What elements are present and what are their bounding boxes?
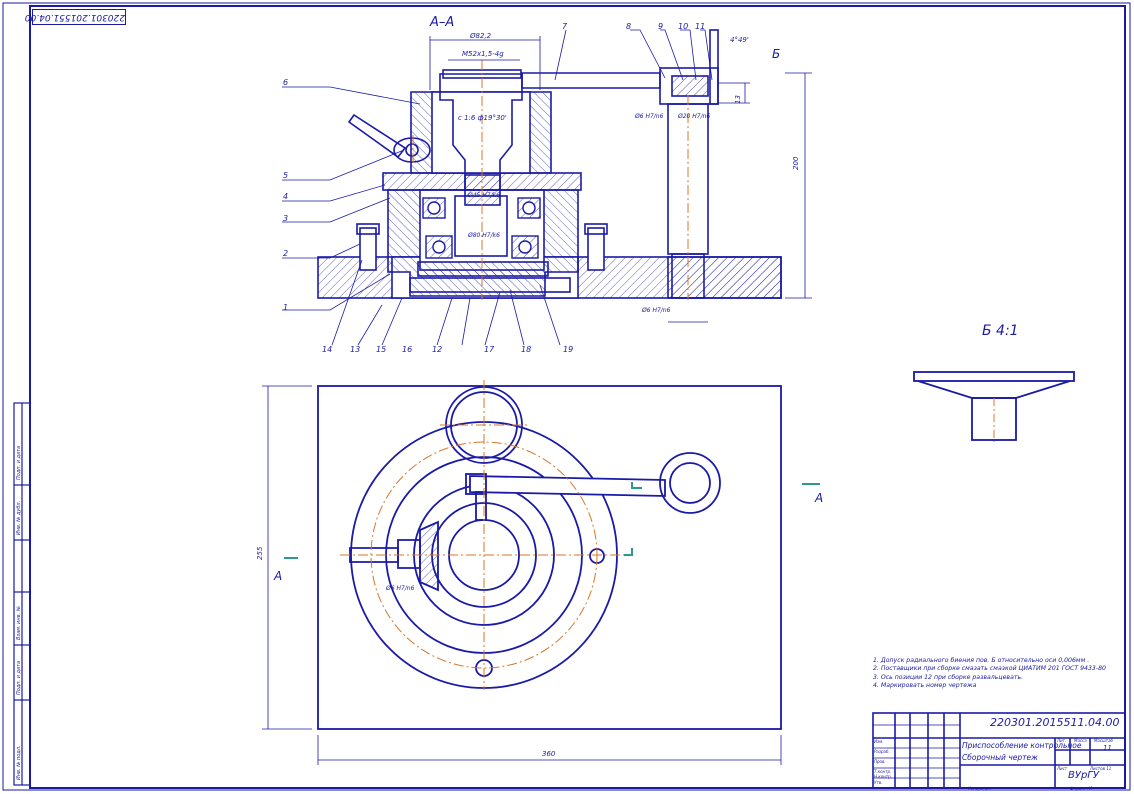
arrow-b-label: Б xyxy=(772,47,780,61)
title-sheets: 11 xyxy=(1103,744,1112,752)
dim-pin3: Ø6 H7/n6 xyxy=(641,307,671,314)
callout-7: 7 xyxy=(562,22,568,31)
title-copied: Копировал xyxy=(968,786,991,791)
callout-6: 6 xyxy=(283,78,288,87)
bottom-cover xyxy=(417,261,549,277)
callout-17: 17 xyxy=(484,345,495,354)
dim-height-small: 13 xyxy=(734,95,742,104)
callout-9: 9 xyxy=(658,22,663,31)
dim-height-right: 200 xyxy=(792,156,800,170)
technical-notes: 1. Допуск радиального биения пов. Б отно… xyxy=(873,657,1123,691)
callout-8: 8 xyxy=(626,22,631,31)
callout-14: 14 xyxy=(322,345,332,354)
dim-angle: 4°49' xyxy=(730,36,749,44)
stamp-vzam: Взам. инв. № xyxy=(16,606,22,640)
title-designation: 220301.2015511.04.00 xyxy=(990,716,1120,729)
cut-label-a1: А xyxy=(273,569,282,583)
note-3: 3. Ось позиции 12 при сборке развальцева… xyxy=(873,673,1024,681)
title-lit: Лит. xyxy=(1057,738,1067,743)
callout-1: 1 xyxy=(283,303,288,312)
dim-pin4: Ø6 H7/n6 xyxy=(385,585,415,592)
title-row-3: Пров. xyxy=(874,759,886,764)
callout-19: 19 xyxy=(563,345,573,354)
dim-width-bottom: 360 xyxy=(542,750,556,758)
callout-15: 15 xyxy=(376,345,386,354)
dim-bore-upper: Ø45 H7/k6 xyxy=(467,192,500,199)
plan-dimensions xyxy=(262,385,782,765)
callout-18: 18 xyxy=(521,345,531,354)
title-mass: Масса xyxy=(1074,738,1087,743)
view-label-b: Б 4:1 xyxy=(982,323,1019,339)
title-org: ВУрГУ xyxy=(1068,770,1099,781)
title-sheet-label: Лист xyxy=(1057,766,1068,771)
dim-height-left: 255 xyxy=(256,546,264,560)
cut-label-a2: А xyxy=(814,491,823,505)
dim-pin1: Ø6 H7/n6 xyxy=(634,113,664,120)
title-format: Формат А1 xyxy=(1070,786,1093,791)
callout-12: 12 xyxy=(432,345,442,354)
note-4: 4. Маркировать номер чертежа xyxy=(873,682,977,690)
indicator-arm xyxy=(521,72,661,89)
title-row-1: Изм. xyxy=(874,739,884,744)
dim-d-top: Ø82,2 xyxy=(469,32,492,40)
callout-10: 10 xyxy=(678,22,688,31)
callout-11: 11 xyxy=(695,22,705,31)
title-row-5: Н.контр. xyxy=(874,774,892,779)
dim-thread: M52x1,5-4g xyxy=(462,50,504,58)
callout-5: 5 xyxy=(283,171,288,180)
dim-bore-lower: Ø80 H7/k6 xyxy=(467,232,500,239)
dim-cone: с 1:6 ф19°30' xyxy=(458,114,507,122)
clamp-lever xyxy=(347,113,407,159)
left-stamp-labels: Инв. № подл. Подп. и дата Взам. инв. № И… xyxy=(16,446,22,780)
title-row-2: Разраб. xyxy=(874,749,890,754)
title-name-2: Сборочный чертеж xyxy=(962,753,1038,762)
stamp-podp-1: Подп. и дата xyxy=(16,661,22,695)
title-scale: Масштаб xyxy=(1094,738,1114,743)
stamp-inv-podl: Инв. № подл. xyxy=(16,746,22,781)
stamp-dubl: Инв. № дубл. xyxy=(16,501,22,535)
section-label: А–А xyxy=(429,15,454,30)
section-view xyxy=(317,29,782,299)
dim-pin2: Ø20 H7/n6 xyxy=(677,113,710,120)
stamp-podp-2: Подп. и дата xyxy=(16,446,22,480)
plan-centerlines xyxy=(340,380,630,690)
title-sheets-label: Листов 11 xyxy=(1090,766,1112,771)
callout-13: 13 xyxy=(350,345,360,354)
callout-3: 3 xyxy=(283,214,288,223)
callout-4: 4 xyxy=(283,192,288,201)
callout-16: 16 xyxy=(402,345,412,354)
note-2: 2. Поставщики при сборке смазать смазкой… xyxy=(873,665,1106,673)
callout-2: 2 xyxy=(283,249,288,258)
plan-view xyxy=(317,385,782,730)
plan-base xyxy=(317,385,782,730)
title-row-6: Утв. xyxy=(874,780,883,785)
